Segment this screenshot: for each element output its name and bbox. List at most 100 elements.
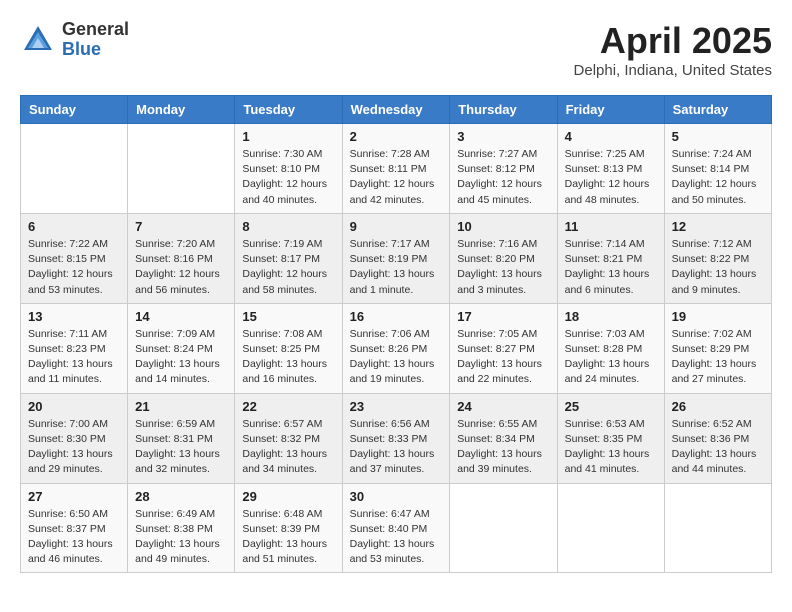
day-number: 30 [350, 489, 443, 504]
logo: General Blue [20, 20, 129, 60]
calendar-title: April 2025 [574, 20, 772, 62]
day-info: Sunrise: 6:47 AM Sunset: 8:40 PM Dayligh… [350, 507, 443, 568]
header-monday: Monday [128, 96, 235, 124]
day-number: 24 [457, 399, 549, 414]
logo-text: General Blue [62, 20, 129, 60]
day-info: Sunrise: 7:22 AM Sunset: 8:15 PM Dayligh… [28, 237, 120, 298]
calendar-table: Sunday Monday Tuesday Wednesday Thursday… [20, 95, 772, 573]
day-info: Sunrise: 6:55 AM Sunset: 8:34 PM Dayligh… [457, 417, 549, 478]
header-saturday: Saturday [664, 96, 771, 124]
day-info: Sunrise: 7:12 AM Sunset: 8:22 PM Dayligh… [672, 237, 764, 298]
table-row: 15Sunrise: 7:08 AM Sunset: 8:25 PM Dayli… [235, 303, 342, 393]
day-number: 28 [135, 489, 227, 504]
table-row: 24 Sunrise: 6:55 AM Sunset: 8:34 PM Dayli… [450, 393, 557, 483]
table-row [450, 483, 557, 573]
table-row [557, 483, 664, 573]
day-info: Sunrise: 6:50 AM Sunset: 8:37 PM Dayligh… [28, 507, 120, 568]
table-row: 13 Sunrise: 7:11 AM Sunset: 8:23 PM Dayli… [21, 303, 128, 393]
table-row: 8 Sunrise: 7:19 AM Sunset: 8:17 PM Daylig… [235, 213, 342, 303]
day-number: 8 [242, 219, 334, 234]
day-number: 6 [28, 219, 120, 234]
day-number: 7 [135, 219, 227, 234]
day-number: 4 [565, 129, 657, 144]
day-info: Sunrise: 6:57 AM Sunset: 8:32 PM Dayligh… [242, 417, 334, 478]
day-number: 11 [565, 219, 657, 234]
day-number: 18 [565, 309, 657, 324]
table-row: 5 Sunrise: 7:24 AM Sunset: 8:14 PM Daylig… [664, 124, 771, 214]
table-row: 12 Sunrise: 7:12 AM Sunset: 8:22 PM Dayli… [664, 213, 771, 303]
day-info: Sunrise: 7:24 AM Sunset: 8:14 PM Dayligh… [672, 147, 764, 208]
day-info: Sunrise: 6:53 AM Sunset: 8:35 PM Dayligh… [565, 417, 657, 478]
header-tuesday: Tuesday [235, 96, 342, 124]
day-number: 25 [565, 399, 657, 414]
table-row: 28 Sunrise: 6:49 AM Sunset: 8:38 PM Dayli… [128, 483, 235, 573]
logo-icon [20, 22, 56, 58]
calendar-week-row: 20 Sunrise: 7:00 AM Sunset: 8:30 PM Dayli… [21, 393, 772, 483]
table-row [664, 483, 771, 573]
day-info: Sunrise: 7:19 AM Sunset: 8:17 PM Dayligh… [242, 237, 334, 298]
day-info: Sunrise: 6:52 AM Sunset: 8:36 PM Dayligh… [672, 417, 764, 478]
table-row: 11 Sunrise: 7:14 AM Sunset: 8:21 PM Dayli… [557, 213, 664, 303]
header-friday: Friday [557, 96, 664, 124]
day-info: Sunrise: 7:00 AM Sunset: 8:30 PM Dayligh… [28, 417, 120, 478]
table-row: 9Sunrise: 7:17 AM Sunset: 8:19 PM Daylig… [342, 213, 450, 303]
table-row: 1 Sunrise: 7:30 AM Sunset: 8:10 PM Daylig… [235, 124, 342, 214]
day-number: 29 [242, 489, 334, 504]
day-number: 14 [135, 309, 227, 324]
day-number: 3 [457, 129, 549, 144]
day-number: 13 [28, 309, 120, 324]
day-info: Sunrise: 7:09 AM Sunset: 8:24 PM Dayligh… [135, 327, 227, 388]
logo-general-text: General [62, 20, 129, 40]
calendar-week-row: 6 Sunrise: 7:22 AM Sunset: 8:15 PM Daylig… [21, 213, 772, 303]
day-number: 9 [350, 219, 443, 234]
calendar-week-row: 27Sunrise: 6:50 AM Sunset: 8:37 PM Dayli… [21, 483, 772, 573]
day-info: Sunrise: 7:25 AM Sunset: 8:13 PM Dayligh… [565, 147, 657, 208]
table-row: 27Sunrise: 6:50 AM Sunset: 8:37 PM Dayli… [21, 483, 128, 573]
table-row: 23Sunrise: 6:56 AM Sunset: 8:33 PM Dayli… [342, 393, 450, 483]
table-row [128, 124, 235, 214]
title-block: April 2025 Delphi, Indiana, United State… [574, 20, 772, 79]
table-row: 17 Sunrise: 7:05 AM Sunset: 8:27 PM Dayli… [450, 303, 557, 393]
day-info: Sunrise: 6:59 AM Sunset: 8:31 PM Dayligh… [135, 417, 227, 478]
day-info: Sunrise: 7:27 AM Sunset: 8:12 PM Dayligh… [457, 147, 549, 208]
logo-blue-text: Blue [62, 40, 129, 60]
day-info: Sunrise: 7:05 AM Sunset: 8:27 PM Dayligh… [457, 327, 549, 388]
day-info: Sunrise: 6:49 AM Sunset: 8:38 PM Dayligh… [135, 507, 227, 568]
day-number: 12 [672, 219, 764, 234]
day-number: 20 [28, 399, 120, 414]
day-number: 16 [350, 309, 443, 324]
table-row: 2 Sunrise: 7:28 AM Sunset: 8:11 PM Daylig… [342, 124, 450, 214]
table-row: 30 Sunrise: 6:47 AM Sunset: 8:40 PM Dayli… [342, 483, 450, 573]
table-row: 18 Sunrise: 7:03 AM Sunset: 8:28 PM Dayli… [557, 303, 664, 393]
day-number: 5 [672, 129, 764, 144]
calendar-week-row: 13 Sunrise: 7:11 AM Sunset: 8:23 PM Dayli… [21, 303, 772, 393]
day-info: Sunrise: 7:30 AM Sunset: 8:10 PM Dayligh… [242, 147, 334, 208]
table-row [21, 124, 128, 214]
day-number: 21 [135, 399, 227, 414]
table-row: 7Sunrise: 7:20 AM Sunset: 8:16 PM Daylig… [128, 213, 235, 303]
table-row: 6 Sunrise: 7:22 AM Sunset: 8:15 PM Daylig… [21, 213, 128, 303]
table-row: 19Sunrise: 7:02 AM Sunset: 8:29 PM Dayli… [664, 303, 771, 393]
table-row: 26 Sunrise: 6:52 AM Sunset: 8:36 PM Dayli… [664, 393, 771, 483]
table-row: 16Sunrise: 7:06 AM Sunset: 8:26 PM Dayli… [342, 303, 450, 393]
day-number: 2 [350, 129, 443, 144]
table-row: 21 Sunrise: 6:59 AM Sunset: 8:31 PM Dayli… [128, 393, 235, 483]
day-number: 19 [672, 309, 764, 324]
day-info: Sunrise: 7:28 AM Sunset: 8:11 PM Dayligh… [350, 147, 443, 208]
day-number: 23 [350, 399, 443, 414]
day-number: 15 [242, 309, 334, 324]
table-row: 25 Sunrise: 6:53 AM Sunset: 8:35 PM Dayli… [557, 393, 664, 483]
header-wednesday: Wednesday [342, 96, 450, 124]
table-row: 22Sunrise: 6:57 AM Sunset: 8:32 PM Dayli… [235, 393, 342, 483]
weekday-header-row: Sunday Monday Tuesday Wednesday Thursday… [21, 96, 772, 124]
header-thursday: Thursday [450, 96, 557, 124]
day-number: 1 [242, 129, 334, 144]
day-info: Sunrise: 7:16 AM Sunset: 8:20 PM Dayligh… [457, 237, 549, 298]
table-row: 29Sunrise: 6:48 AM Sunset: 8:39 PM Dayli… [235, 483, 342, 573]
day-number: 17 [457, 309, 549, 324]
day-info: Sunrise: 7:11 AM Sunset: 8:23 PM Dayligh… [28, 327, 120, 388]
day-info: Sunrise: 7:14 AM Sunset: 8:21 PM Dayligh… [565, 237, 657, 298]
day-number: 26 [672, 399, 764, 414]
day-info: Sunrise: 7:03 AM Sunset: 8:28 PM Dayligh… [565, 327, 657, 388]
page-header: General Blue April 2025 Delphi, Indiana,… [20, 20, 772, 79]
